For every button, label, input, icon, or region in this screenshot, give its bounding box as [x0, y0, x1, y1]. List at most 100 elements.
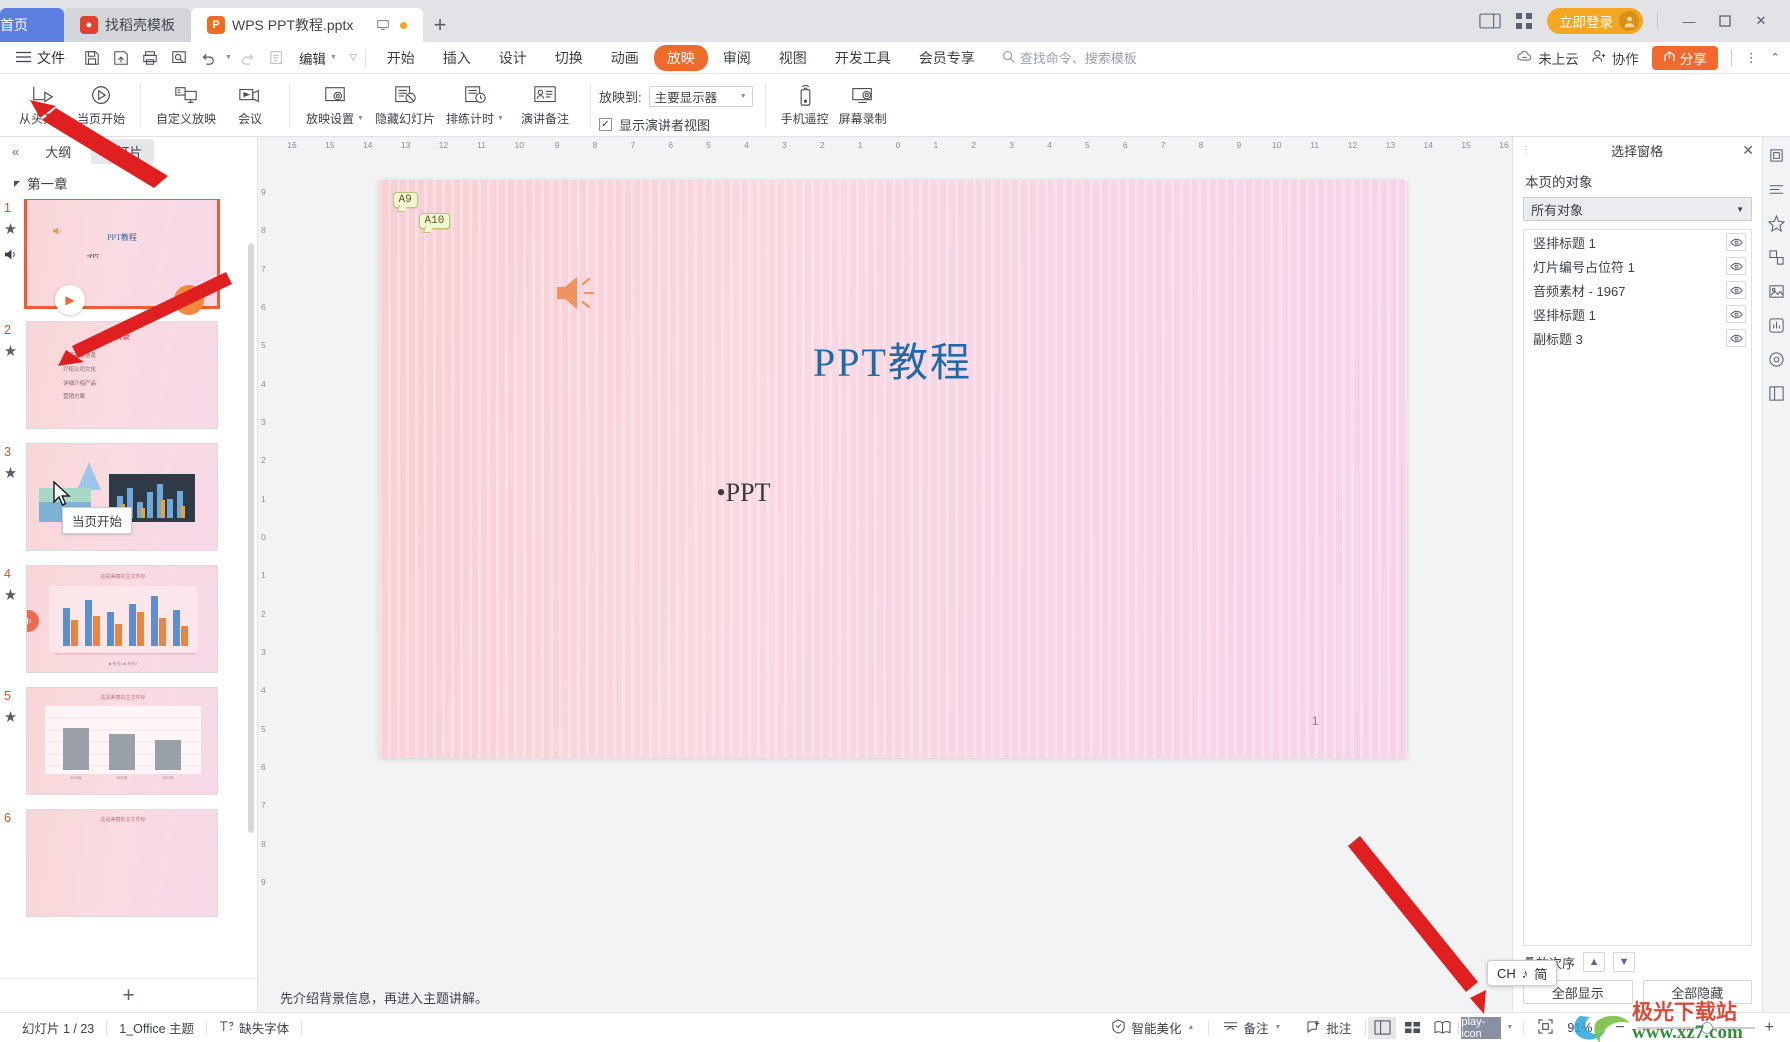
slide-title-text[interactable]: PPT教程 — [379, 330, 1407, 388]
zoom-slider-handle[interactable] — [1700, 1021, 1713, 1034]
undo-dropdown-icon[interactable]: ▼ — [225, 54, 232, 61]
start-slideshow-button[interactable]: play-icon — [1461, 1016, 1502, 1040]
tab-transition[interactable]: 切换 — [542, 45, 596, 71]
play-from-current-button[interactable]: 当页开始 — [73, 77, 129, 127]
tab-view[interactable]: 视图 — [766, 45, 820, 71]
tab-document-active[interactable]: P WPS PPT教程.pptx — [191, 8, 423, 42]
slide-thumbnail-5[interactable]: 这是美丽的主文件标 2019年 2020年 2021年 — [26, 687, 218, 795]
comments-toggle-button[interactable]: 批注 — [1295, 1018, 1363, 1037]
add-slide-button[interactable]: + — [0, 978, 257, 1012]
object-list-item[interactable]: 竖排标题 1 — [1524, 302, 1751, 326]
print-icon[interactable] — [137, 46, 163, 70]
tab-start[interactable]: 开始 — [374, 45, 428, 71]
slide-thumbnail-3[interactable] — [26, 443, 218, 551]
tab-insert[interactable]: 插入 — [430, 45, 484, 71]
music-note-icon[interactable]: ♪ — [1522, 966, 1529, 981]
comment-marker-a10[interactable]: A10 — [418, 213, 451, 229]
thumbnail-row-2[interactable]: 2 目录 介绍基本信息 介绍公司文化 详细介绍产品 营销方案 — [4, 321, 257, 429]
file-menu-button[interactable]: 文件 — [8, 48, 73, 68]
play-from-start-button[interactable]: 从头开始 — [15, 77, 71, 127]
object-list-item[interactable]: 音频素材 - 1967 — [1524, 278, 1751, 302]
new-tab-button[interactable]: + — [423, 8, 457, 42]
visibility-eye-icon[interactable] — [1726, 257, 1746, 275]
view-sorter-icon[interactable] — [1398, 1017, 1426, 1039]
zoom-slider[interactable] — [1636, 1021, 1755, 1034]
presenter-view-row[interactable]: ✓ 显示演讲者视图 — [599, 115, 753, 134]
cloud-status[interactable]: 未上云 — [1517, 48, 1579, 68]
thumbnail-row-3[interactable]: 3 — [4, 443, 257, 551]
slideshow-dropdown-icon[interactable]: ▼ — [1506, 1024, 1513, 1031]
format-painter-icon[interactable] — [264, 46, 290, 70]
chevron-up-icon[interactable]: ⌃ — [1771, 51, 1780, 64]
presenter-view-checkbox[interactable]: ✓ — [599, 117, 612, 131]
collaborate-button[interactable]: 协作 — [1592, 48, 1639, 68]
close-button[interactable]: ✕ — [1744, 6, 1778, 36]
tab-design[interactable]: 设计 — [486, 45, 540, 71]
thumbnail-list[interactable]: 1 PPT教程 •PPT ▶ + 2 目录 介绍基本信息 介绍公司文化 详细介绍… — [0, 199, 257, 978]
zoom-level-button[interactable]: 91% ▼ — [1563, 1021, 1609, 1035]
undo-icon[interactable] — [195, 46, 221, 70]
thumbnail-row-6[interactable]: 6 这是美丽的主文件标 — [4, 809, 257, 917]
tab-docer-template[interactable]: ● 找稻壳模板 — [64, 8, 191, 42]
edit-mode-dropdown[interactable]: 编辑 ▼ ▽ — [296, 48, 357, 68]
grid-apps-icon[interactable] — [1515, 12, 1533, 30]
print-preview-icon[interactable] — [166, 46, 192, 70]
tab-slideshow[interactable]: 放映 — [653, 44, 708, 71]
smart-icon[interactable] — [1768, 351, 1785, 371]
visibility-eye-icon[interactable] — [1726, 329, 1746, 347]
arrow-up-icon[interactable]: ▲ — [1583, 952, 1606, 972]
thumbnail-row-5[interactable]: 5 这是美丽的主文件标 2019年 2020年 2021年 — [4, 687, 257, 795]
layout-icon[interactable] — [1768, 385, 1785, 405]
missing-font-button[interactable]: 缺失字体 — [207, 1018, 301, 1037]
comment-marker-a9[interactable]: A9 — [392, 192, 418, 208]
section-header[interactable]: ◤ 第一章 — [0, 165, 257, 199]
chart-icon[interactable] — [1768, 317, 1785, 337]
design-ideas-icon[interactable] — [1768, 249, 1785, 269]
more-vertical-icon[interactable]: ⋮ — [1745, 50, 1758, 66]
visibility-eye-icon[interactable] — [1726, 233, 1746, 251]
ime-mode-label[interactable]: 简 — [1534, 964, 1547, 983]
maximize-button[interactable] — [1708, 6, 1742, 36]
hide-all-button[interactable]: 全部隐藏 — [1642, 980, 1752, 1004]
drag-grip-icon[interactable]: ⋮ — [1521, 145, 1532, 156]
object-list-item[interactable]: 灯片编号占位符 1 — [1524, 254, 1751, 278]
fit-slide-button[interactable] — [1526, 1018, 1561, 1037]
tab-home[interactable]: 首页 — [0, 8, 64, 42]
thumbnail-row-4[interactable]: 4 这是美丽的主文件标 ■ 系列1 ■ 系列2 — [4, 565, 257, 673]
animation-pane-icon[interactable] — [1767, 214, 1786, 235]
format-icon[interactable] — [1768, 181, 1785, 201]
tab-developer[interactable]: 开发工具 — [822, 45, 904, 71]
tab-slides[interactable]: 幻灯片 — [91, 138, 155, 164]
thumbnail-play-button[interactable]: ▶ — [55, 285, 85, 315]
thumbnail-add-button[interactable]: + — [174, 285, 204, 315]
zoom-out-button[interactable]: − — [1611, 1019, 1628, 1037]
save-as-cloud-icon[interactable] — [108, 46, 134, 70]
save-icon[interactable] — [79, 46, 105, 70]
login-button[interactable]: 立即登录 — [1547, 8, 1643, 34]
ribbon-expand-icon[interactable]: ▽ — [350, 52, 357, 63]
projection-select[interactable]: 主要显示器 ▼ — [648, 85, 753, 107]
minimize-button[interactable]: — — [1672, 6, 1706, 36]
double-chevron-left-icon[interactable]: « — [6, 144, 25, 159]
notes-toggle-button[interactable]: 备注 ▼ — [1211, 1018, 1293, 1037]
audio-object-speaker-icon[interactable] — [555, 275, 597, 314]
hide-slide-button[interactable]: 隐藏幻灯片 — [371, 77, 439, 127]
search-command-box[interactable]: 查找命令、搜索模板 — [1002, 48, 1137, 67]
custom-show-button[interactable]: 自定义放映 — [152, 77, 220, 127]
theme-label[interactable]: 1_Office 主题 — [107, 1018, 206, 1037]
visibility-eye-icon[interactable] — [1726, 305, 1746, 323]
slide-thumbnail-6[interactable]: 这是美丽的主文件标 — [26, 809, 218, 917]
cast-icon[interactable] — [376, 18, 390, 32]
share-button[interactable]: 分享 — [1651, 45, 1718, 70]
phone-remote-button[interactable]: 手机遥控 — [777, 77, 833, 127]
show-settings-button[interactable]: 放映设置 ▼ — [301, 77, 369, 127]
view-normal-icon[interactable] — [1368, 1016, 1397, 1039]
speaker-notes-button[interactable]: 演讲备注 — [511, 77, 579, 127]
tab-member[interactable]: 会员专享 — [906, 45, 988, 71]
tab-review[interactable]: 审阅 — [710, 45, 764, 71]
arrow-down-icon[interactable]: ▼ — [1613, 952, 1636, 972]
slide-canvas[interactable]: A9 A10 PPT教程 •PPT 1 — [378, 180, 1407, 758]
slide-subtitle-text[interactable]: •PPT — [717, 478, 771, 508]
shape-tools-icon[interactable] — [1768, 147, 1785, 167]
zoom-in-button[interactable]: + — [1763, 1019, 1780, 1037]
